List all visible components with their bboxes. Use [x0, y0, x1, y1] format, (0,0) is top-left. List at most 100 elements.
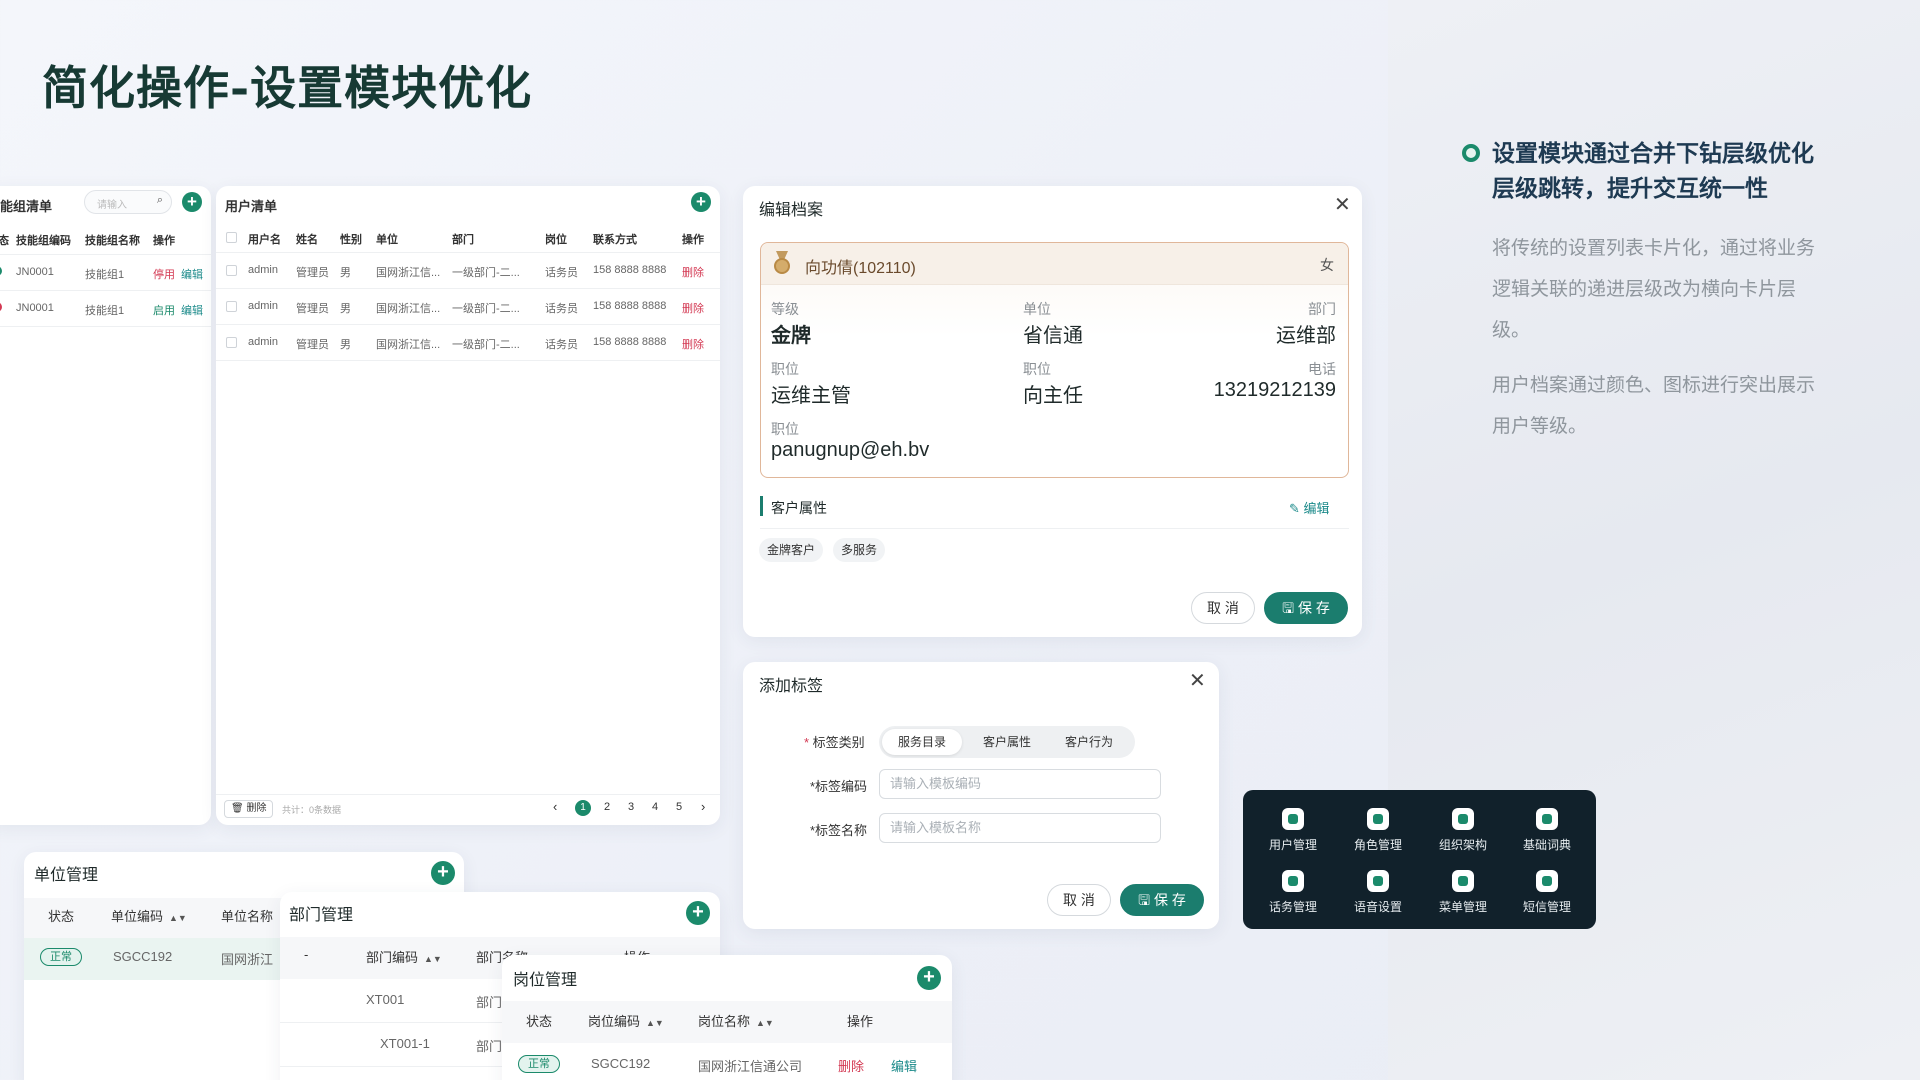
delete-link[interactable]: 删除 [682, 264, 704, 280]
menu-org-structure[interactable]: 组织架构 [1421, 808, 1505, 853]
col-operation: 操作 [682, 234, 704, 246]
col-name: 姓名 [296, 234, 318, 246]
sort-icon[interactable]: ▲▼ [646, 1018, 664, 1028]
save-button[interactable]: 🖫 保 存 [1264, 592, 1348, 624]
menu-dictionary[interactable]: 基础词典 [1505, 808, 1589, 853]
col-status: 状态 [526, 1014, 553, 1029]
post: 话务员 [545, 339, 578, 351]
table-row: admin 管理员 男 国网浙江信... 一级部门-二... 话务员 158 8… [216, 288, 720, 324]
row-checkbox[interactable] [226, 337, 237, 348]
dept-label: 部门 [1308, 301, 1336, 317]
sms-icon [1536, 870, 1558, 892]
tag-name-input[interactable]: 请输入模板名称 [879, 813, 1161, 843]
dictionary-icon [1536, 808, 1558, 830]
row-divider [216, 360, 720, 361]
page-1[interactable]: 1 [575, 800, 591, 816]
chevron-right-icon[interactable]: › [701, 799, 705, 814]
menu-role-management[interactable]: 角色管理 [1336, 808, 1420, 853]
page-4[interactable]: 4 [652, 801, 658, 813]
tag-code-input[interactable]: 请输入模板编码 [879, 769, 1161, 799]
menu-menu-management[interactable]: 菜单管理 [1421, 870, 1505, 915]
search-icon[interactable]: ⌕ [157, 194, 163, 207]
close-icon[interactable]: ✕ [1189, 668, 1206, 693]
post-code: SGCC192 [591, 1056, 651, 1071]
unit-code: SGCC192 [113, 949, 173, 964]
menu-label: 话务管理 [1268, 900, 1317, 914]
user-list-card: 用户清单 + 用户名 姓名 性别 单位 部门 岗位 联系方式 操作 admin … [216, 186, 720, 825]
row-checkbox[interactable] [226, 265, 237, 276]
page-3[interactable]: 3 [628, 801, 634, 813]
add-dept-button[interactable]: + [686, 901, 710, 925]
description-heading: 设置模块通过合并下钻层级优化 层级跳转，提升交互统一性 [1492, 136, 1882, 206]
sort-icon[interactable]: ▲▼ [756, 1018, 774, 1028]
skill-search-input[interactable]: 请输入 ⌕ [84, 190, 172, 214]
tag-chip[interactable]: 金牌客户 [759, 538, 824, 562]
row-checkbox[interactable] [226, 301, 237, 312]
para-line: 用户档案通过颜色、图标进行突出展示 [1492, 374, 1816, 396]
tag-chip[interactable]: 多服务 [833, 538, 886, 562]
dept: 一级部门-二... [452, 267, 520, 279]
menu-sms-management[interactable]: 短信管理 [1505, 870, 1589, 915]
page-5[interactable]: 5 [676, 801, 682, 813]
menu-user-management[interactable]: 用户管理 [1251, 808, 1335, 853]
segment-customer-behavior[interactable]: 客户行为 [1049, 729, 1129, 755]
heading-line: 层级跳转，提升交互统一性 [1492, 175, 1768, 202]
enable-link[interactable]: 启用 [153, 302, 175, 318]
table-row: admin 管理员 男 国网浙江信... 一级部门-二... 话务员 158 8… [216, 324, 720, 360]
chevron-left-icon[interactable]: ‹ [553, 799, 557, 814]
col-gender: 性别 [340, 234, 362, 246]
name-label: *标签名称 [810, 823, 868, 838]
menu-label: 菜单管理 [1438, 900, 1487, 914]
dept-value: 运维部 [1276, 325, 1336, 347]
close-icon[interactable]: ✕ [1334, 192, 1351, 217]
edit-link[interactable]: 编辑 [891, 1056, 917, 1075]
edit-link[interactable]: 编辑 [181, 302, 203, 318]
add-unit-button[interactable]: + [431, 861, 455, 885]
dept-title: 部门管理 [289, 907, 354, 924]
section-accent [760, 496, 763, 516]
page-2[interactable]: 2 [604, 801, 610, 813]
gender: 男 [340, 267, 351, 279]
add-user-button[interactable]: + [691, 192, 711, 212]
add-skill-button[interactable]: + [182, 192, 202, 212]
username: admin [248, 264, 278, 276]
unit: 国网浙江信... [376, 267, 441, 279]
cancel-button[interactable]: 取 消 [1191, 592, 1255, 624]
segment-customer-attr[interactable]: 客户属性 [967, 729, 1047, 755]
gender: 男 [340, 303, 351, 315]
delete-link[interactable]: 删除 [682, 300, 704, 316]
edit-link[interactable]: 编辑 [181, 266, 203, 282]
segment-service-catalog[interactable]: 服务目录 [882, 729, 962, 755]
save-button[interactable]: 🖫 保 存 [1120, 884, 1204, 916]
menu-voice-settings[interactable]: 语音设置 [1336, 870, 1420, 915]
sort-icon[interactable]: ▲▼ [424, 954, 442, 964]
trash-icon: 🗑 [231, 803, 244, 814]
section-edit-button[interactable]: ✎ 编辑 [1289, 498, 1330, 517]
delete-link[interactable]: 删除 [682, 336, 704, 352]
menu-label: 用户管理 [1268, 838, 1317, 852]
save-label: 保 存 [1153, 892, 1186, 908]
phone-label: 电话 [1308, 361, 1336, 377]
name: 管理员 [296, 339, 329, 351]
delete-link[interactable]: 删除 [838, 1056, 864, 1075]
position-value: 向主任 [1023, 385, 1083, 407]
position-value: 运维主管 [771, 385, 851, 407]
row-divider [0, 326, 211, 327]
sort-icon[interactable]: ▲▼ [169, 913, 187, 923]
menu-label: 基础词典 [1522, 838, 1571, 852]
select-all-checkbox[interactable] [226, 232, 237, 243]
description-block: 设置模块通过合并下钻层级优化 层级跳转，提升交互统一性 将传统的设置列表卡片化，… [1462, 136, 1882, 447]
disable-link[interactable]: 停用 [153, 266, 175, 282]
bulk-delete-button[interactable]: 🗑 删除 [224, 800, 274, 818]
add-post-button[interactable]: + [917, 966, 941, 990]
menu-call-management[interactable]: 话务管理 [1251, 870, 1335, 915]
para-line: 将传统的设置列表卡片化，通过将业务 [1492, 237, 1816, 259]
dept-name: 部门 [476, 995, 503, 1010]
cancel-button[interactable]: 取 消 [1047, 884, 1111, 916]
email-value: panugnup@eh.bv [771, 439, 930, 461]
col-collapse[interactable]: - [304, 947, 308, 962]
dept-name: 部门 [476, 1039, 503, 1054]
post-management-card: 岗位管理 + 状态 岗位编码 ▲▼ 岗位名称 ▲▼ 操作 正常 SGCC192 国网… [502, 955, 952, 1080]
footer-divider [216, 794, 720, 795]
role-icon [1367, 808, 1389, 830]
